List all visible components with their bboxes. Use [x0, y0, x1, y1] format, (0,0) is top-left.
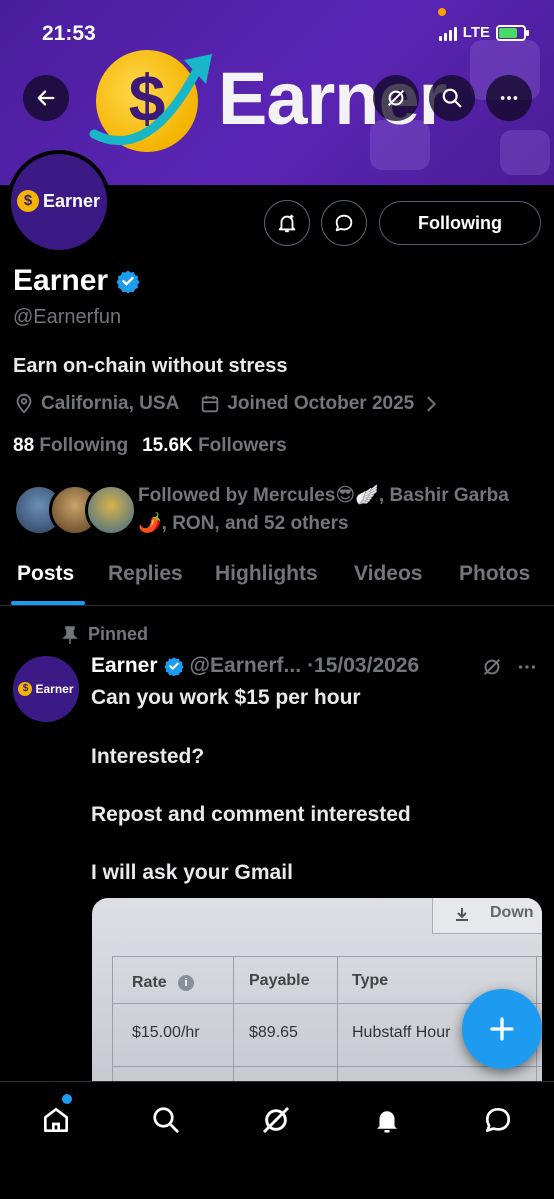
image-header-type: Type — [352, 972, 389, 989]
network-label: LTE — [462, 24, 490, 41]
tab-photos[interactable]: Photos — [459, 562, 530, 586]
following-stat[interactable]: 88 Following — [13, 435, 128, 457]
search-icon — [153, 1107, 179, 1133]
privacy-indicator-dot — [438, 8, 446, 16]
pinned-label: Pinned — [88, 624, 149, 644]
home-new-indicator — [62, 1094, 72, 1104]
nav-messages[interactable] — [480, 1102, 516, 1138]
chat-bubble-icon — [335, 214, 353, 232]
followed-by-text: Followed by Mercules😎🪽, Bashir Garba🌶️, … — [138, 485, 509, 534]
image-cell-type: Hubstaff Hour — [352, 1024, 451, 1041]
back-button[interactable] — [23, 75, 69, 121]
post-date[interactable]: ·15/03/2026 — [307, 654, 419, 678]
nav-search[interactable] — [148, 1102, 184, 1138]
image-header-rate: Rate — [132, 974, 167, 991]
active-tab-indicator — [11, 601, 85, 605]
profile-tabs: Posts Replies Highlights Videos Photos — [0, 556, 554, 606]
post-text-line-2: Interested? — [91, 745, 205, 768]
info-icon: i — [178, 975, 194, 991]
nav-notifications[interactable] — [369, 1102, 405, 1138]
follow-stats: 88 Following 15.6K Followers — [13, 435, 287, 457]
verified-badge-icon[interactable] — [116, 269, 140, 293]
avatar-coin-icon: $ — [18, 682, 33, 696]
search-button[interactable] — [429, 75, 475, 121]
avatar-word: Earner — [43, 190, 101, 211]
nav-grok[interactable] — [258, 1102, 294, 1138]
image-cell-rate: $15.00/hr — [132, 1024, 200, 1041]
location-pin-icon — [16, 393, 32, 414]
profile-meta: California, USA Joined October 2025 — [13, 393, 442, 415]
followed-by-section[interactable]: Followed by Mercules😎🪽, Bashir Garba🌶️, … — [13, 480, 543, 540]
more-options-button[interactable] — [486, 75, 532, 121]
search-icon — [442, 88, 462, 108]
following-button[interactable]: Following — [379, 201, 541, 245]
post-text-line-3: Repost and comment interested — [91, 803, 411, 826]
arrow-left-icon — [37, 90, 55, 106]
post-author-name[interactable]: Earner — [91, 654, 158, 678]
profile-joined: Joined October 2025 — [227, 393, 415, 414]
image-cell-payable: $89.65 — [249, 1024, 298, 1041]
compose-post-button[interactable] — [462, 989, 542, 1069]
grok-icon — [387, 89, 405, 107]
post-author-avatar[interactable]: $ Earner — [13, 656, 79, 722]
calendar-icon — [202, 395, 219, 413]
image-header-payable: Payable — [249, 972, 310, 989]
avatar-coin-icon: $ — [17, 190, 39, 212]
follower-avatar-3 — [85, 484, 137, 536]
profile-location: California, USA — [41, 393, 180, 414]
chevron-right-icon[interactable] — [420, 393, 442, 415]
brand-arrow-icon — [89, 54, 212, 146]
plus-icon — [490, 1017, 514, 1041]
status-bar: 21:53 LTE — [0, 8, 554, 50]
image-download-label: Down — [490, 904, 534, 921]
tab-posts[interactable]: Posts — [17, 562, 74, 586]
post-avatar-word: Earner — [35, 682, 74, 696]
post-text-line-4: I will ask your Gmail — [91, 861, 293, 884]
grok-icon[interactable] — [481, 656, 503, 678]
post-header: Earner @Earnerf... ·15/03/2026 — [91, 654, 419, 678]
tab-replies[interactable]: Replies — [108, 562, 183, 586]
message-button[interactable] — [321, 200, 367, 246]
grok-icon — [262, 1106, 290, 1134]
download-icon — [456, 908, 468, 921]
tab-videos[interactable]: Videos — [354, 562, 422, 586]
tab-highlights[interactable]: Highlights — [215, 562, 318, 586]
more-dots-icon — [500, 96, 518, 100]
home-icon — [44, 1108, 68, 1132]
bell-plus-icon — [278, 214, 296, 233]
bell-icon — [377, 1111, 397, 1133]
post-author-handle[interactable]: @Earnerf... — [190, 654, 302, 678]
notifications-subscribe-button[interactable] — [264, 200, 310, 246]
profile-name: Earner — [13, 264, 109, 297]
profile-bio: Earn on-chain without stress — [13, 355, 288, 377]
battery-icon — [496, 24, 529, 41]
profile-avatar[interactable]: $ Earner — [7, 150, 111, 254]
bottom-navigation — [0, 1081, 554, 1199]
verified-badge-icon — [163, 657, 184, 676]
chat-bubble-icon — [486, 1108, 510, 1132]
profile-name-row: Earner — [13, 264, 140, 298]
signal-icon — [438, 25, 457, 41]
followers-stat[interactable]: 15.6K Followers — [142, 435, 287, 457]
profile-handle: @Earnerfun — [13, 306, 122, 328]
pinned-label-row: Pinned — [62, 624, 148, 645]
pin-icon — [62, 625, 78, 644]
post-text-line-1: Can you work $15 per hour — [91, 686, 361, 709]
nav-home[interactable] — [38, 1102, 74, 1138]
grok-button[interactable] — [373, 75, 419, 121]
post-more-icon[interactable] — [516, 656, 538, 678]
